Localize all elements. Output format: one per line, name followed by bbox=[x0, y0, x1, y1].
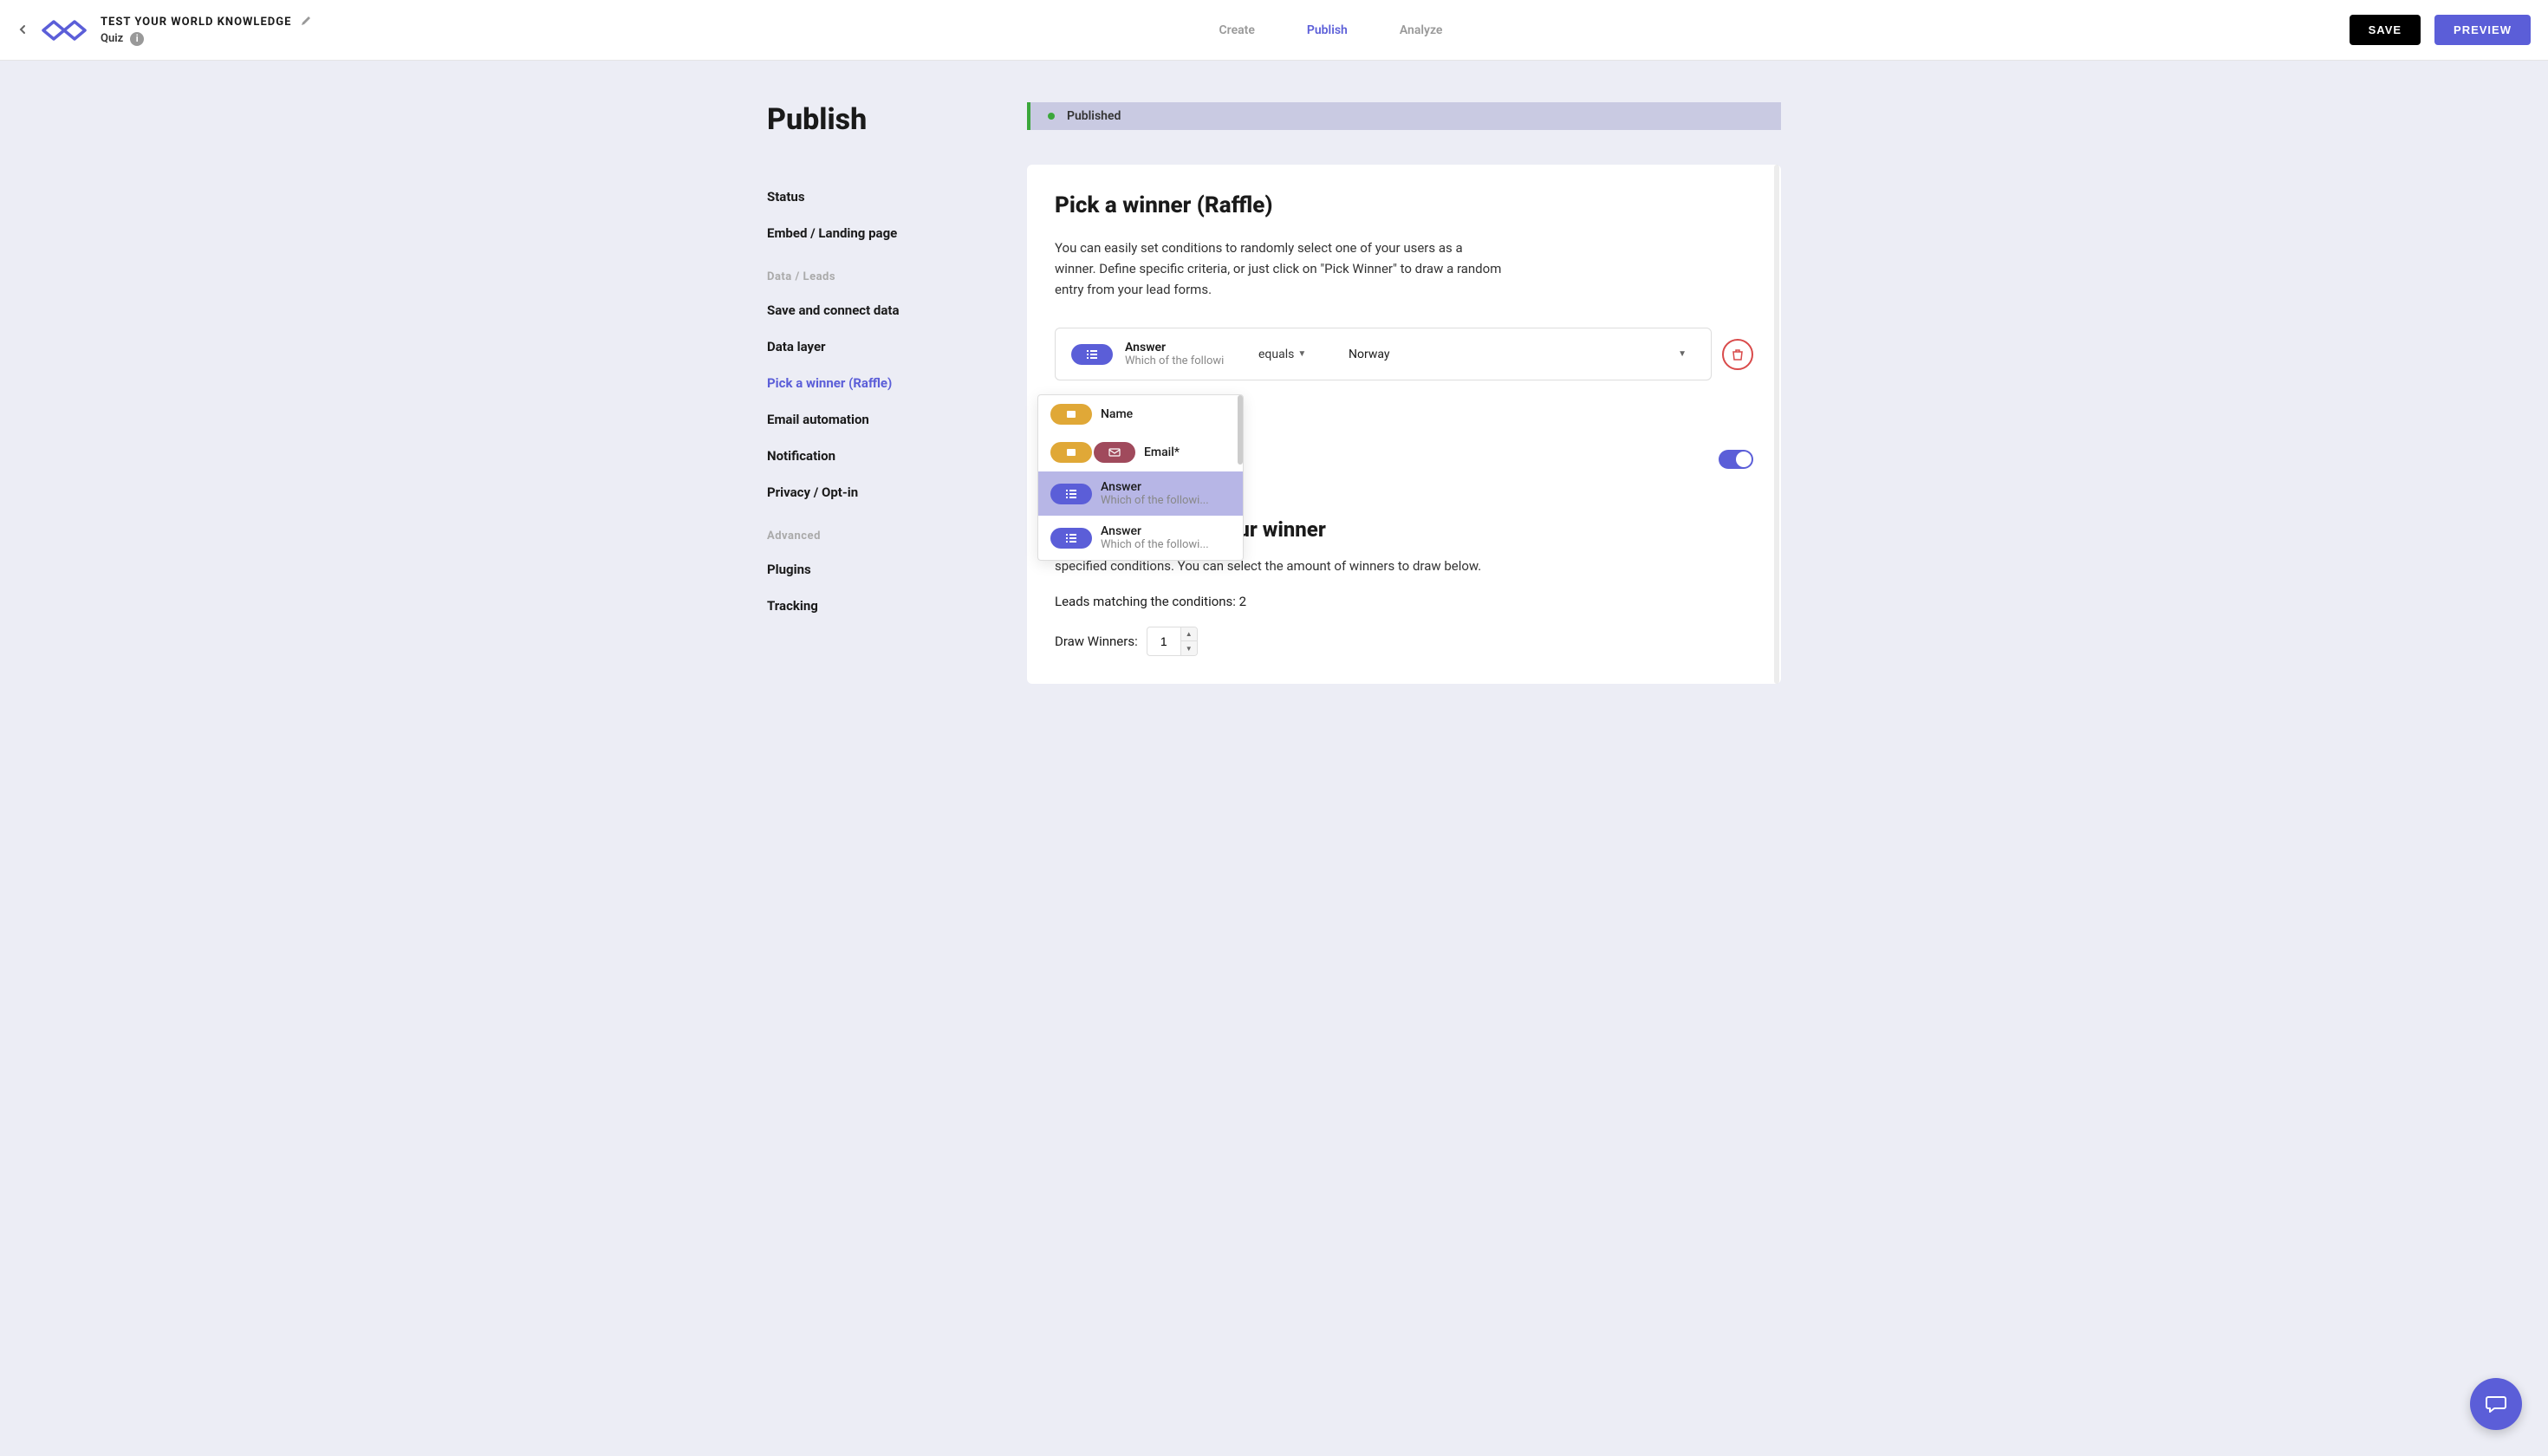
stepper-up-button[interactable]: ▲ bbox=[1181, 627, 1197, 641]
chat-icon bbox=[2484, 1392, 2508, 1416]
dd-label: Answer bbox=[1101, 524, 1209, 538]
card-scrollbar[interactable] bbox=[1774, 165, 1779, 684]
email-icon bbox=[1094, 442, 1135, 463]
condition-field-select[interactable]: Answer Which of the followi bbox=[1125, 341, 1246, 367]
lead-icon bbox=[1050, 404, 1092, 425]
dropdown-scrollbar[interactable] bbox=[1238, 395, 1243, 465]
main-panel: Published Pick a winner (Raffle) You can… bbox=[1027, 102, 1781, 684]
draw-winners-field[interactable] bbox=[1147, 634, 1180, 648]
sidebar-item-tracking[interactable]: Tracking bbox=[767, 588, 1027, 624]
sidebar-item-save-connect[interactable]: Save and connect data bbox=[767, 292, 1027, 328]
chevron-down-icon: ▼ bbox=[1297, 349, 1306, 359]
condition-value-select[interactable]: Norway ▼ bbox=[1340, 342, 1695, 367]
condition-operator-select[interactable]: equals ▼ bbox=[1258, 348, 1328, 361]
list-icon bbox=[1050, 528, 1092, 549]
card-title: Pick a winner (Raffle) bbox=[1055, 192, 1753, 218]
dd-label: Answer bbox=[1101, 480, 1209, 494]
status-text: Published bbox=[1067, 109, 1121, 123]
stepper-down-button[interactable]: ▼ bbox=[1181, 641, 1197, 656]
field-dropdown: Name Email* Answer Which of the followi.… bbox=[1037, 394, 1244, 561]
condition-row: Answer Which of the followi equals ▼ Nor… bbox=[1055, 328, 1753, 380]
sidebar-group-advanced: Advanced bbox=[767, 510, 1027, 551]
field-label-top: Answer bbox=[1125, 341, 1246, 354]
lead-icon bbox=[1050, 442, 1092, 463]
trash-icon bbox=[1731, 348, 1745, 361]
status-bar: Published bbox=[1027, 102, 1781, 130]
chat-fab-button[interactable] bbox=[2470, 1378, 2522, 1430]
app-header: TEST YOUR WORLD KNOWLEDGE Quiz i Create … bbox=[0, 0, 2548, 61]
draw-winners-label: Draw Winners: bbox=[1055, 634, 1138, 649]
leads-match-count: Leads matching the conditions: 2 bbox=[1055, 594, 1753, 609]
field-label-sub: Which of the followi bbox=[1125, 354, 1246, 367]
sidebar: Publish Status Embed / Landing page Data… bbox=[767, 102, 1027, 684]
tab-create[interactable]: Create bbox=[1219, 23, 1255, 37]
info-icon[interactable]: i bbox=[130, 32, 144, 46]
sidebar-item-plugins[interactable]: Plugins bbox=[767, 551, 1027, 588]
preview-button[interactable]: PREVIEW bbox=[2434, 15, 2531, 45]
operator-text: equals bbox=[1258, 348, 1294, 361]
header-left: TEST YOUR WORLD KNOWLEDGE Quiz i bbox=[17, 15, 312, 46]
raffle-card: Pick a winner (Raffle) You can easily se… bbox=[1027, 165, 1781, 684]
content: Publish Status Embed / Landing page Data… bbox=[767, 61, 1781, 725]
tab-analyze[interactable]: Analyze bbox=[1400, 23, 1443, 37]
main-nav: Create Publish Analyze bbox=[312, 23, 2349, 37]
sidebar-item-pick-winner[interactable]: Pick a winner (Raffle) bbox=[767, 365, 1027, 401]
condition-block: Answer Which of the followi equals ▼ Nor… bbox=[1055, 328, 1712, 380]
back-button[interactable] bbox=[17, 22, 28, 38]
card-description: You can easily set conditions to randoml… bbox=[1055, 237, 1505, 300]
dd-label: Email* bbox=[1144, 445, 1180, 459]
app-logo bbox=[42, 15, 87, 46]
dd-sublabel: Which of the followi... bbox=[1101, 494, 1209, 507]
dropdown-item-name[interactable]: Name bbox=[1038, 395, 1243, 433]
dropdown-item-answer-1[interactable]: Answer Which of the followi... bbox=[1038, 471, 1243, 516]
sidebar-item-privacy[interactable]: Privacy / Opt-in bbox=[767, 474, 1027, 510]
tab-publish[interactable]: Publish bbox=[1307, 23, 1348, 37]
title-block: TEST YOUR WORLD KNOWLEDGE Quiz i bbox=[101, 15, 312, 46]
delete-condition-button[interactable] bbox=[1722, 339, 1753, 370]
feature-toggle[interactable] bbox=[1719, 450, 1753, 469]
dropdown-item-email[interactable]: Email* bbox=[1038, 433, 1243, 471]
status-dot-icon bbox=[1048, 113, 1055, 120]
dd-sublabel: Which of the followi... bbox=[1101, 538, 1209, 551]
sidebar-item-email-automation[interactable]: Email automation bbox=[767, 401, 1027, 438]
dropdown-item-answer-2[interactable]: Answer Which of the followi... bbox=[1038, 516, 1243, 560]
list-icon bbox=[1071, 344, 1113, 365]
header-actions: SAVE PREVIEW bbox=[2350, 15, 2531, 45]
sidebar-item-data-layer[interactable]: Data layer bbox=[767, 328, 1027, 365]
page-heading: Publish bbox=[767, 102, 1027, 137]
edit-title-icon[interactable] bbox=[300, 15, 312, 30]
draw-winners-row: Draw Winners: ▲ ▼ bbox=[1055, 627, 1753, 656]
sidebar-item-embed[interactable]: Embed / Landing page bbox=[767, 215, 1027, 251]
value-text: Norway bbox=[1349, 348, 1390, 361]
save-button[interactable]: SAVE bbox=[2350, 15, 2421, 45]
sidebar-group-data-leads: Data / Leads bbox=[767, 251, 1027, 292]
chevron-down-icon: ▼ bbox=[1678, 349, 1687, 359]
list-icon bbox=[1050, 484, 1092, 504]
project-type: Quiz bbox=[101, 32, 123, 45]
sidebar-item-notification[interactable]: Notification bbox=[767, 438, 1027, 474]
project-title: TEST YOUR WORLD KNOWLEDGE bbox=[101, 16, 291, 29]
dd-label: Name bbox=[1101, 407, 1133, 421]
sidebar-item-status[interactable]: Status bbox=[767, 179, 1027, 215]
draw-winners-input: ▲ ▼ bbox=[1147, 627, 1198, 656]
